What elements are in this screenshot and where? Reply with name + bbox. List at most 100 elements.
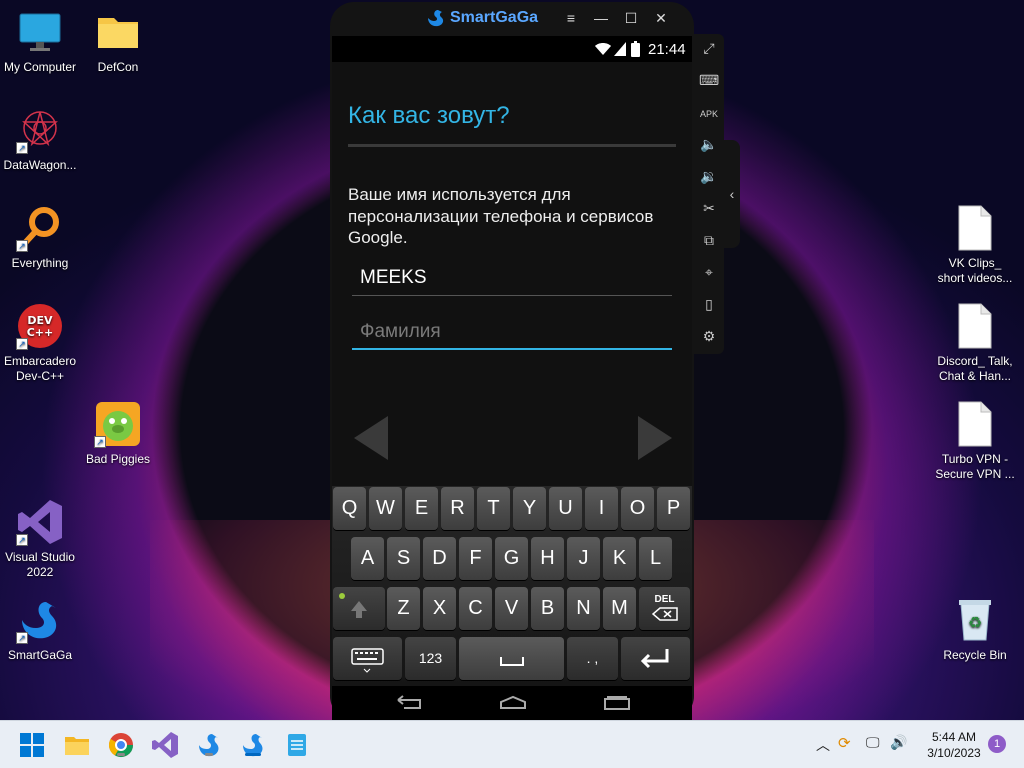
desktop-icon-datawagon[interactable]: ↗ DataWagon... xyxy=(0,106,80,173)
desktop-icon-devcpp[interactable]: DEV C++ ↗ Embarcadero Dev-C++ xyxy=(0,302,80,384)
keyboard-settings-key[interactable] xyxy=(333,637,402,680)
system-clock[interactable]: 5:44 AM 3/10/2023 xyxy=(914,729,994,761)
desktop-icon-everything[interactable]: ↗ Everything xyxy=(0,204,80,271)
chevron-up-icon[interactable]: ︿ xyxy=(816,735,830,755)
status-time: 21:44 xyxy=(648,41,686,58)
key-s[interactable]: S xyxy=(387,537,420,580)
key-a[interactable]: A xyxy=(351,537,384,580)
volume-up-icon[interactable]: 🔈 xyxy=(699,136,719,156)
key-d[interactable]: D xyxy=(423,537,456,580)
desktop-icon-vk-clips[interactable]: VK Clips_ short videos... xyxy=(935,204,1015,286)
key-p[interactable]: P xyxy=(657,487,690,530)
key-u[interactable]: U xyxy=(549,487,582,530)
file-explorer-icon[interactable] xyxy=(63,731,91,759)
shake-icon[interactable]: ▯ xyxy=(699,296,719,316)
desktop-icon-defcon[interactable]: DefCon xyxy=(78,8,158,75)
punctuation-key[interactable]: . , xyxy=(567,637,618,680)
location-icon[interactable]: ⌖ xyxy=(699,264,719,284)
key-q[interactable]: Q xyxy=(333,487,366,530)
desktop-icon-label: SmartGaGa xyxy=(7,648,73,662)
svg-text:C++: C++ xyxy=(27,326,54,339)
key-e[interactable]: E xyxy=(405,487,438,530)
space-key[interactable] xyxy=(459,637,564,680)
description-text: Ваше имя используется для персонализации… xyxy=(348,185,654,247)
key-r[interactable]: R xyxy=(441,487,474,530)
menu-icon[interactable]: ≡ xyxy=(562,10,580,26)
scissors-icon[interactable]: ✂ xyxy=(699,200,719,220)
numbers-key[interactable]: 123 xyxy=(405,637,456,680)
key-c[interactable]: C xyxy=(459,587,492,630)
shortcut-arrow-icon: ↗ xyxy=(16,338,28,350)
key-i[interactable]: I xyxy=(585,487,618,530)
android-nav-bar xyxy=(332,686,692,720)
battery-icon xyxy=(631,41,640,57)
desktop-icon-my-computer[interactable]: My Computer xyxy=(0,8,80,75)
key-j[interactable]: J xyxy=(567,537,600,580)
key-o[interactable]: O xyxy=(621,487,654,530)
multi-instance-icon[interactable]: ⧉ xyxy=(699,232,719,252)
visual-studio-icon[interactable] xyxy=(151,731,179,759)
notification-badge[interactable]: 1 xyxy=(988,735,1006,753)
desktop-icon-label: Turbo VPN - Secure VPN ... xyxy=(935,452,1015,481)
desktop-icon-visual-studio[interactable]: ↗ Visual Studio 2022 xyxy=(0,498,80,580)
smartgaga-icon[interactable] xyxy=(195,731,223,759)
key-f[interactable]: F xyxy=(459,537,492,580)
smartgaga-icon[interactable] xyxy=(239,731,267,759)
key-y[interactable]: Y xyxy=(513,487,546,530)
shortcut-arrow-icon: ↗ xyxy=(94,436,106,448)
shortcut-arrow-icon: ↗ xyxy=(16,240,28,252)
chevron-left-icon[interactable]: ‹ xyxy=(724,140,740,248)
emulator-side-toolbar: ⤢ ⌨ APK 🔈 🔉 ✂ ⧉ ⌖ ▯ ⚙ xyxy=(694,34,724,354)
desktop-icon-discord[interactable]: Discord_ Talk, Chat & Han... xyxy=(935,302,1015,384)
last-name-field[interactable]: Фамилия xyxy=(352,318,672,350)
volume-icon[interactable]: 🔊 xyxy=(890,734,907,751)
windows-start-icon[interactable] xyxy=(18,731,46,759)
emulator-title-bar[interactable]: SmartGaGa ≡ — ☐ ✕ xyxy=(330,2,694,36)
key-v[interactable]: V xyxy=(495,587,528,630)
key-l[interactable]: L xyxy=(639,537,672,580)
delete-key-label: DEL xyxy=(654,594,675,605)
desktop-icon-smartgaga[interactable]: ↗ SmartGaGa xyxy=(0,596,80,663)
update-icon[interactable]: ⟳ xyxy=(838,734,851,752)
notepad-icon[interactable] xyxy=(283,731,311,759)
desktop-icon-turbo-vpn[interactable]: Turbo VPN - Secure VPN ... xyxy=(935,400,1015,482)
chrome-icon[interactable] xyxy=(107,731,135,759)
back-arrow-icon[interactable] xyxy=(352,414,392,462)
key-g[interactable]: G xyxy=(495,537,528,580)
network-icon[interactable]: 🖵 xyxy=(866,734,880,751)
key-x[interactable]: X xyxy=(423,587,456,630)
key-m[interactable]: M xyxy=(603,587,636,630)
delete-key[interactable]: DEL xyxy=(639,587,690,630)
desktop-icon-label: Bad Piggies xyxy=(85,452,151,466)
fullscreen-icon[interactable]: ⤢ xyxy=(699,40,719,60)
desktop-icon-recycle-bin[interactable]: ♻ Recycle Bin xyxy=(935,596,1015,663)
key-z[interactable]: Z xyxy=(387,587,420,630)
key-h[interactable]: H xyxy=(531,537,564,580)
key-t[interactable]: T xyxy=(477,487,510,530)
first-name-field[interactable]: MEEKS xyxy=(352,264,672,296)
title-divider xyxy=(348,144,676,147)
desktop-icon-label: VK Clips_ short videos... xyxy=(937,256,1013,285)
key-b[interactable]: B xyxy=(531,587,564,630)
keyboard-icon[interactable]: ⌨ xyxy=(699,72,719,92)
key-n[interactable]: N xyxy=(567,587,600,630)
settings-icon[interactable]: ⚙ xyxy=(699,328,719,348)
key-w[interactable]: W xyxy=(369,487,402,530)
pig-icon: ↗ xyxy=(94,400,142,448)
shift-key[interactable] xyxy=(333,587,385,630)
desktop-icon-label: Discord_ Talk, Chat & Han... xyxy=(937,354,1013,383)
minimize-icon[interactable]: — xyxy=(592,10,610,26)
enter-key[interactable] xyxy=(621,637,690,680)
close-icon[interactable]: ✕ xyxy=(652,10,670,27)
soft-keyboard: Q W E R T Y U I O P A S D F G H J K L Z … xyxy=(332,486,692,686)
maximize-icon[interactable]: ☐ xyxy=(622,10,640,27)
desktop-icon-bad-piggies[interactable]: ↗ Bad Piggies xyxy=(78,400,158,467)
apk-install-icon[interactable]: APK xyxy=(699,104,719,124)
desktop-icon-label: Embarcadero Dev-C++ xyxy=(3,354,77,383)
volume-down-icon[interactable]: 🔉 xyxy=(699,168,719,188)
back-nav-icon[interactable] xyxy=(394,694,424,712)
recent-apps-icon[interactable] xyxy=(602,694,632,712)
key-k[interactable]: K xyxy=(603,537,636,580)
home-nav-icon[interactable] xyxy=(498,694,528,712)
next-arrow-icon[interactable] xyxy=(634,414,674,462)
